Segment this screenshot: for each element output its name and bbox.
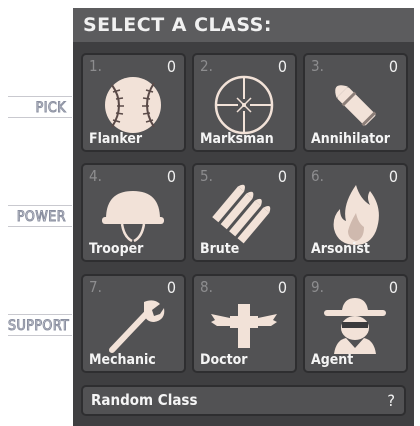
baseball-icon [105,77,161,133]
class-name: Doctor [200,352,248,368]
panel-title: SELECT A CLASS: [73,8,414,42]
class-count: 0 [388,278,398,297]
class-count: 0 [166,57,176,76]
class-card-arsonist[interactable]: 6. 0 Arsonist [303,163,408,262]
class-card-brute[interactable]: 5. 0 Brute [192,163,297,262]
class-name: Annihilator [311,131,390,147]
class-card-marksman[interactable]: 2. 0 Marksman [192,53,297,152]
class-name: Flanker [89,131,143,147]
class-name: Trooper [89,241,144,257]
shell-icon [335,85,377,127]
class-card-doctor[interactable]: 8. 0 Doctor [192,274,297,373]
class-card-trooper[interactable]: 4. 0 Trooper [81,163,186,262]
class-name: Marksman [200,131,274,147]
class-name: Agent [311,352,354,368]
crosshair-icon [214,75,274,135]
helmet-icon [102,191,164,243]
class-name: Arsonist [311,241,370,257]
class-card-flanker[interactable]: 1. 0 Flanker [81,53,186,152]
class-count: 0 [277,278,287,297]
winged-cross-icon [211,304,277,348]
bullets-icon [212,184,271,244]
class-count: 0 [277,167,287,186]
class-card-mechanic[interactable]: 7. 0 Mechanic [81,274,186,373]
help-icon: ? [387,391,395,410]
class-count: 0 [277,57,287,76]
class-count: 0 [388,167,398,186]
class-count: 0 [166,278,176,297]
flame-icon [333,185,379,245]
class-name: Brute [200,241,240,257]
class-count: 0 [166,167,176,186]
class-name: Mechanic [89,352,156,368]
group-label-pick: PICK [8,96,72,118]
random-class-label: Random Class [91,391,198,409]
class-count: 0 [388,57,398,76]
class-card-annihilator[interactable]: 3. 0 Annihilator [303,53,408,152]
random-class-button[interactable]: Random Class ? [81,385,406,416]
wrench-icon [109,300,165,353]
group-label-support: SUPPORT [8,314,72,336]
group-label-power: POWER [8,205,72,227]
class-card-agent[interactable]: 9. 0 Agent [303,274,408,373]
spy-icon [324,298,386,354]
